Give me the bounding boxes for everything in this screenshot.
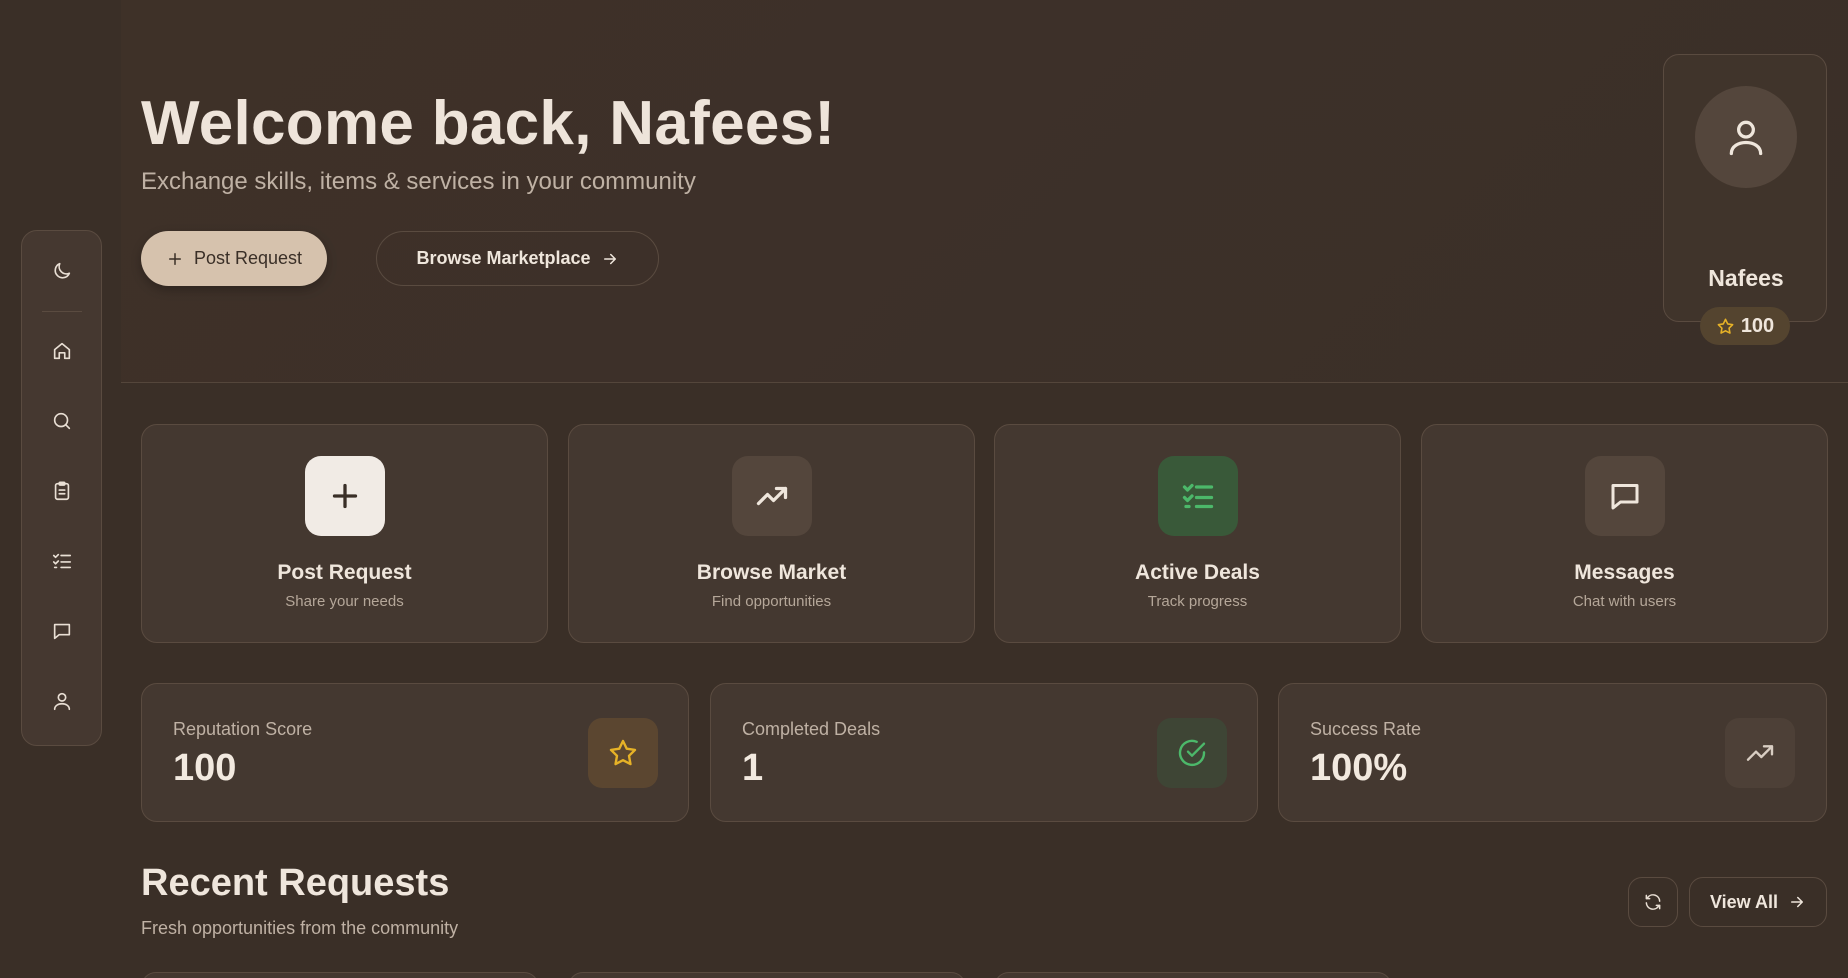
stat-label: Success Rate: [1310, 719, 1422, 739]
action-subtitle: Track progress: [1147, 593, 1248, 610]
reputation-badge: 100: [1700, 307, 1790, 345]
moon-icon[interactable]: [40, 249, 84, 293]
user-icon[interactable]: [40, 679, 84, 723]
action-subtitle: Share your needs: [285, 593, 404, 610]
action-subtitle: Find opportunities: [711, 593, 832, 610]
action-card-post-request[interactable]: Post Request Share your needs: [141, 424, 548, 643]
post-request-button[interactable]: Post Request: [141, 231, 327, 286]
stat-value: 100: [173, 747, 237, 789]
action-title: Active Deals: [1135, 561, 1260, 584]
trending-up-icon: [732, 456, 812, 536]
request-card[interactable]: [141, 972, 539, 978]
trending-up-icon: [1725, 718, 1795, 788]
chat-icon[interactable]: [40, 609, 84, 653]
section-subtitle: Fresh opportunities from the community: [141, 918, 459, 938]
stat-label: Reputation Score: [173, 719, 313, 739]
star-icon: [1717, 318, 1734, 334]
page-title: Welcome back, Nafees!: [141, 89, 836, 158]
home-icon[interactable]: [40, 329, 84, 373]
check-circle-icon: [1157, 718, 1227, 788]
request-card[interactable]: [994, 972, 1392, 978]
view-all-label: View All: [1709, 891, 1779, 912]
avatar: [1695, 86, 1797, 188]
user-icon: [1729, 120, 1763, 156]
chat-icon: [1585, 456, 1665, 536]
star-icon: [588, 718, 658, 788]
action-subtitle: Chat with users: [1572, 593, 1677, 610]
action-title: Browse Market: [696, 561, 847, 584]
post-request-label: Post Request: [193, 248, 303, 268]
page: Welcome back, Nafees! Exchange skills, i…: [0, 0, 1848, 978]
sidebar-divider: [42, 311, 82, 312]
reputation-value: 100: [1740, 314, 1775, 337]
request-card[interactable]: [568, 972, 966, 978]
action-card-active-deals[interactable]: Active Deals Track progress: [994, 424, 1401, 643]
plus-icon: [305, 456, 385, 536]
browse-marketplace-button[interactable]: Browse Marketplace: [376, 231, 659, 286]
stat-card-reputation: Reputation Score 100: [141, 683, 689, 822]
stat-value: 1: [742, 747, 764, 789]
arrow-right-icon: [603, 253, 616, 264]
stat-value: 100%: [1310, 747, 1408, 789]
action-title: Messages: [1574, 561, 1675, 584]
view-all-button[interactable]: View All: [1689, 877, 1827, 927]
section-title: Recent Requests: [141, 862, 450, 904]
checklist-icon[interactable]: [40, 539, 84, 583]
checklist-icon: [1158, 456, 1238, 536]
profile-card[interactable]: Nafees 100: [1663, 54, 1827, 345]
stat-label: Completed Deals: [742, 719, 881, 739]
sidebar: [21, 230, 102, 746]
clipboard-icon[interactable]: [40, 469, 84, 513]
profile-name: Nafees: [1708, 265, 1784, 291]
search-icon[interactable]: [40, 399, 84, 443]
page-subtitle: Exchange skills, items & services in you…: [141, 168, 696, 195]
refresh-button[interactable]: [1628, 877, 1678, 927]
action-card-messages[interactable]: Messages Chat with users: [1421, 424, 1828, 643]
action-card-browse-market[interactable]: Browse Market Find opportunities: [568, 424, 975, 643]
hero-section: Welcome back, Nafees! Exchange skills, i…: [121, 0, 1848, 383]
arrow-right-icon: [1791, 896, 1804, 908]
plus-icon: [168, 252, 181, 265]
refresh-icon: [1645, 894, 1661, 910]
stat-card-success-rate: Success Rate 100%: [1278, 683, 1827, 822]
stat-card-completed-deals: Completed Deals 1: [710, 683, 1258, 822]
action-title: Post Request: [277, 561, 412, 584]
browse-marketplace-label: Browse Marketplace: [416, 248, 591, 268]
